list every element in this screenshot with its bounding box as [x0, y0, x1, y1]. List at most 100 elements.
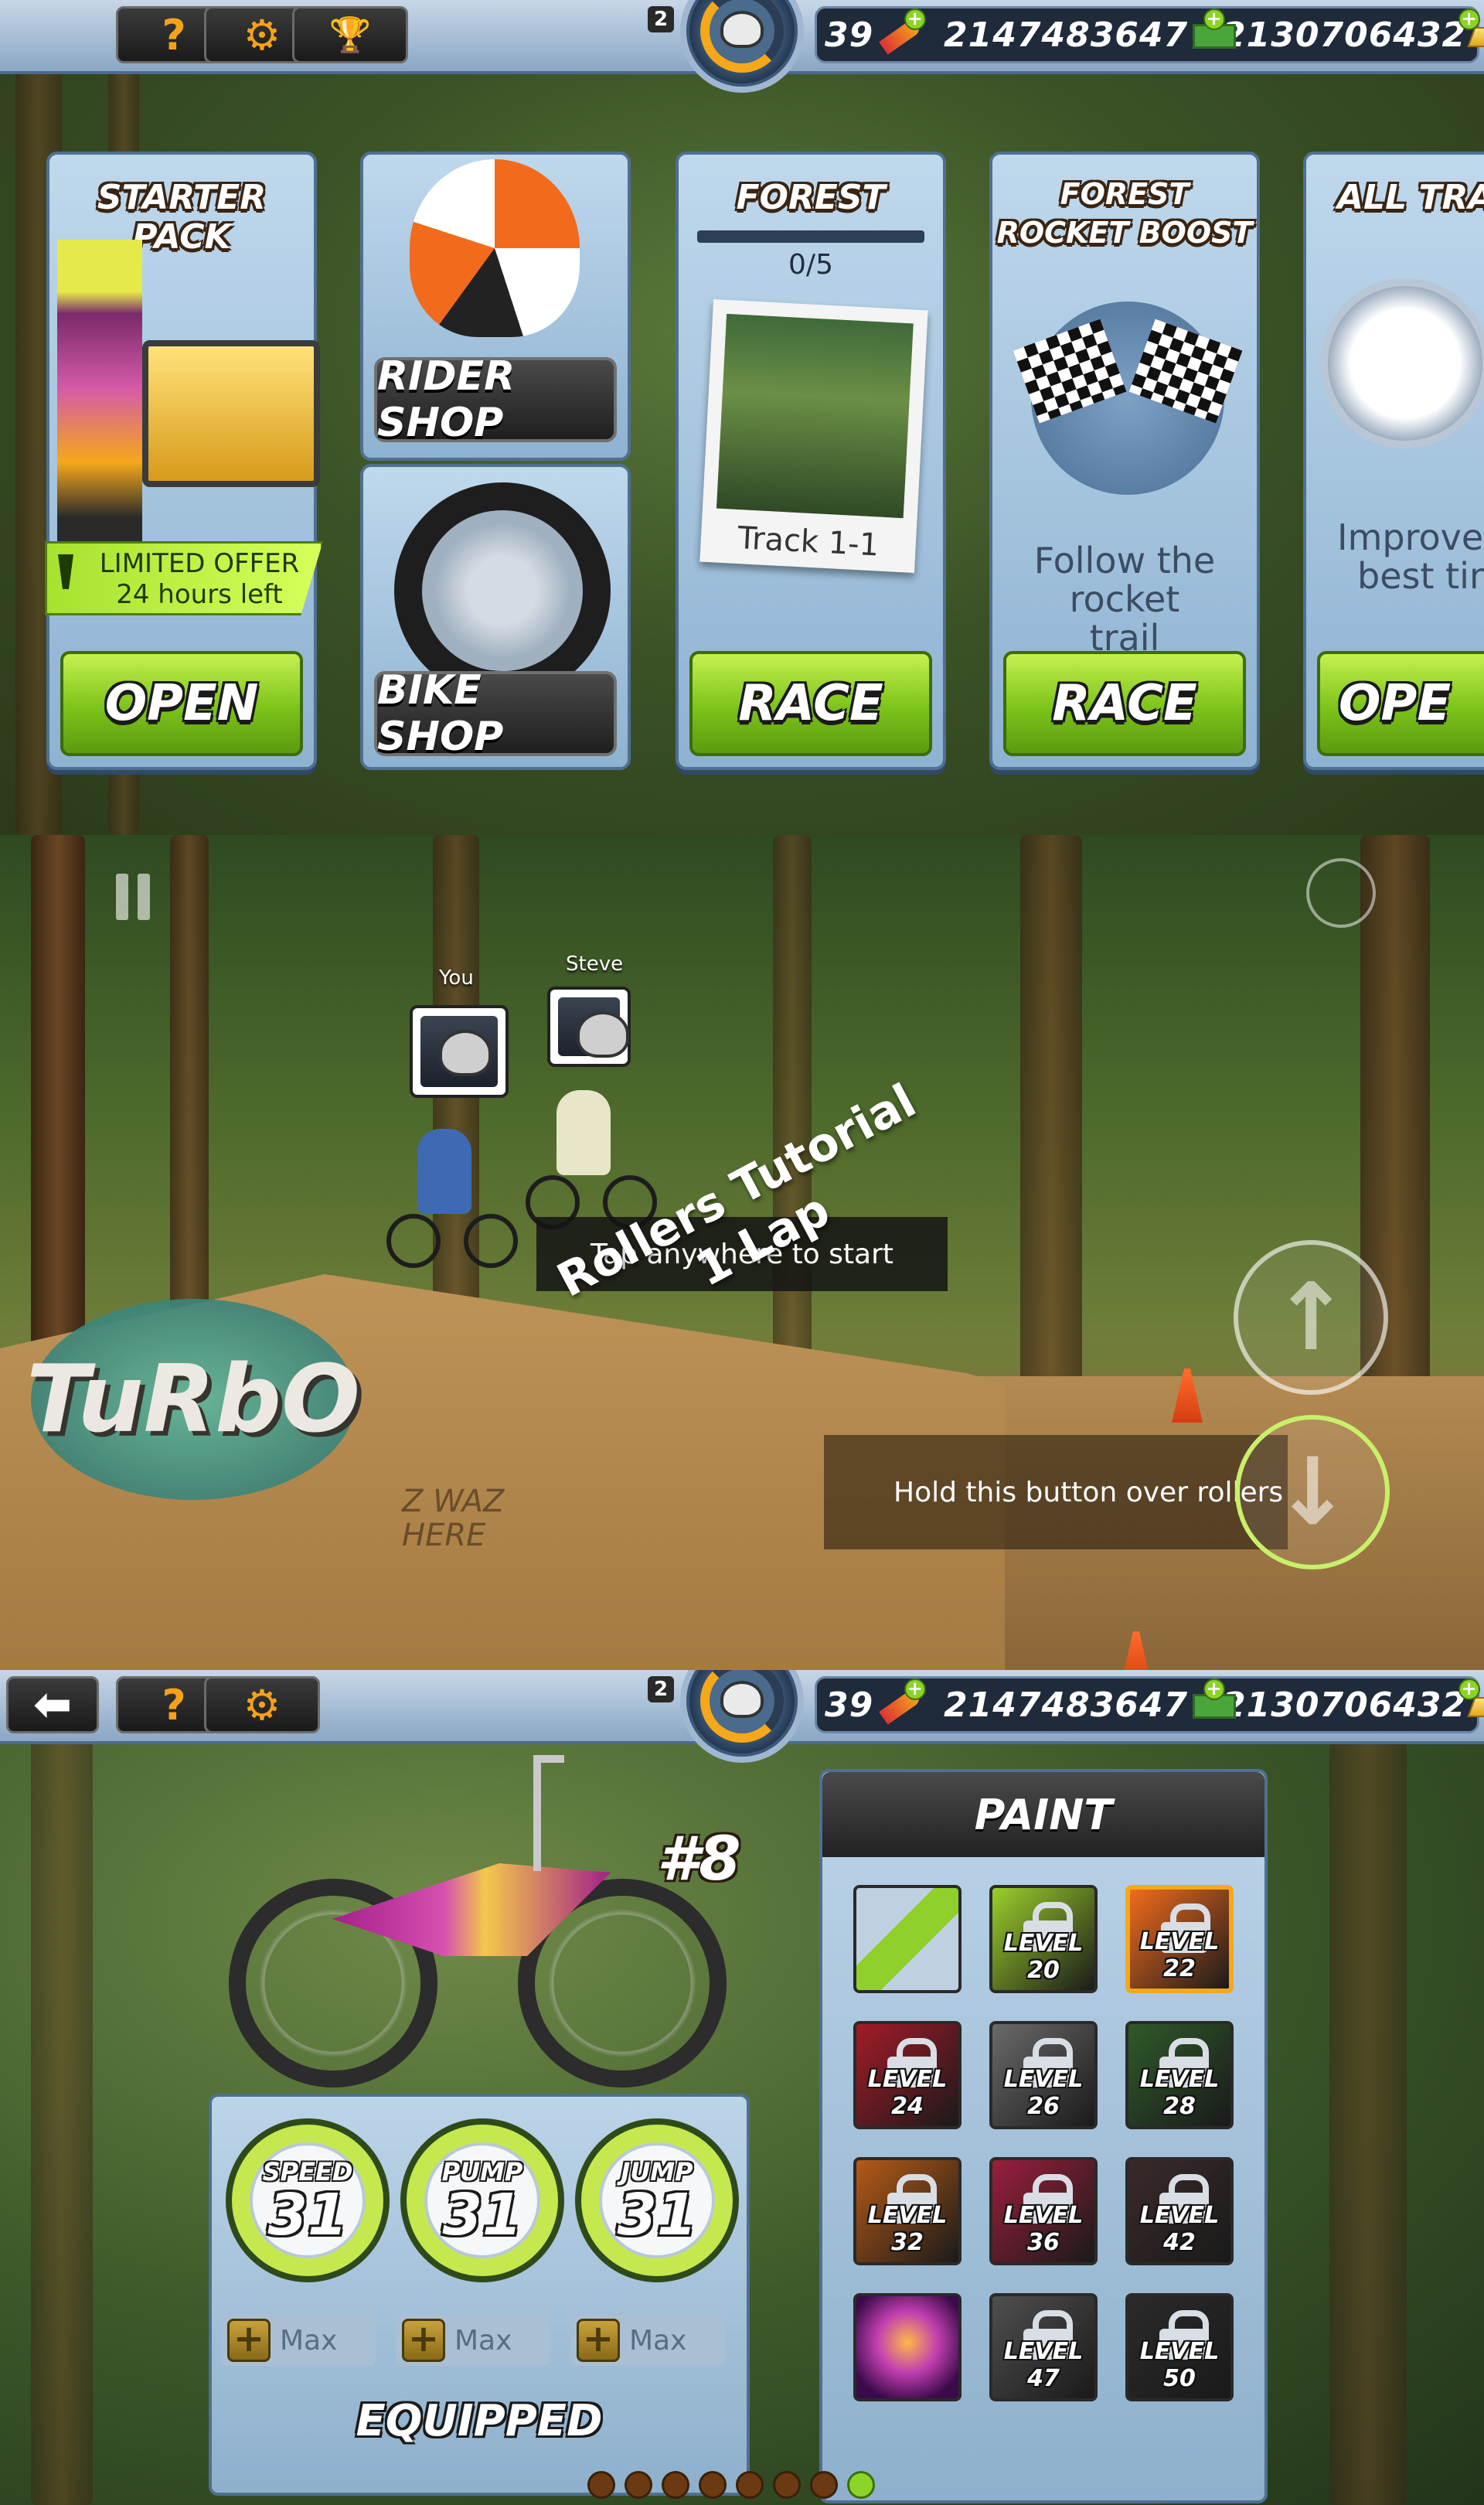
garage-screen: ⬅ ? ⚙ 2 39 + 2147483647 + 2130706432 + #8 S…	[0, 1670, 1484, 2505]
rockets-currency[interactable]: 39 +	[825, 1679, 944, 1725]
limited-offer-banner: LIMITED OFFER 24 hours left	[45, 541, 323, 615]
home-screen: ? ⚙ 🏆 2 39 + 2147483647 + 2130706432 + STAR…	[0, 0, 1484, 835]
cash-currency[interactable]: 2147483647 +	[944, 9, 1237, 55]
rockets-currency[interactable]: 39 +	[825, 9, 944, 55]
back-arrow-icon: ⬅	[32, 1678, 73, 1732]
trophy-button[interactable]: 🏆	[292, 6, 408, 63]
player-level-badge: 2	[648, 1676, 674, 1702]
speed-upgrade-button[interactable]: + Max	[221, 2315, 376, 2366]
arrow-up-icon: ↑	[1271, 1263, 1350, 1372]
track-photo: Track 1-1	[699, 298, 928, 574]
player-avatar[interactable]	[680, 0, 804, 93]
emote-icon[interactable]	[1306, 858, 1376, 928]
graffiti-scribble: Z WAZ HERE	[402, 1484, 505, 1553]
rocket-icon: +	[876, 1679, 927, 1725]
paint-swatch[interactable]: LEVEL 50	[1125, 2293, 1234, 2401]
currency-bar: 39 + 2147483647 + 2130706432 +	[815, 6, 1484, 63]
rocket-boost-card[interactable]: FOREST ROCKET BOOST Follow the rocket trai…	[989, 152, 1260, 770]
bmx-bike[interactable]	[224, 1747, 727, 2088]
hold-button-hint: Hold this button over rollers	[824, 1435, 1288, 1549]
rocket-icon: +	[876, 9, 927, 55]
shop-card: RIDER SHOP BIKE SHOP	[360, 152, 631, 770]
paint-title: PAINT	[822, 1772, 1264, 1857]
page-dot[interactable]	[736, 2471, 764, 2499]
handlebar	[533, 1755, 564, 1871]
checkered-flags-icon	[1013, 302, 1243, 495]
all-tracks-card[interactable]: ALL TRAC Improve ybest tin OPE	[1303, 152, 1484, 770]
gear-icon: ⚙	[243, 10, 281, 60]
plus-icon: +	[577, 2319, 620, 2362]
pump-gauge: PUMP 31	[400, 2118, 564, 2282]
help-icon: ?	[162, 10, 186, 60]
paint-swatch[interactable]: LEVEL 26	[989, 2021, 1098, 2129]
cash-currency[interactable]: 2147483647 +	[944, 1679, 1237, 1725]
paint-swatch[interactable]: LEVEL 24	[853, 2021, 962, 2129]
pump-upgrade-button[interactable]: + Max	[396, 2315, 550, 2366]
paint-swatch[interactable]: LEVEL 36	[989, 2157, 1098, 2265]
track-caption: Track 1-1	[737, 520, 880, 564]
swatch-level-label: LEVEL 22	[1139, 1928, 1220, 1982]
helmet-icon	[720, 11, 764, 48]
paint-swatch[interactable]	[853, 1885, 962, 1993]
paint-swatch[interactable]: LEVEL 47	[989, 2293, 1098, 2401]
paint-swatch[interactable]: LEVEL 22	[1125, 1885, 1234, 1993]
settings-button[interactable]: ⚙	[204, 1676, 320, 1733]
race-button-rocket[interactable]: RACE	[996, 642, 1254, 764]
paint-panel: PAINT LEVEL 20 LEVEL 22 LEVEL 24 LEVEL 26 LE…	[819, 1769, 1268, 2503]
starter-pack-card[interactable]: STARTER PACK LIMITED OFFER 24 hours left …	[45, 152, 323, 770]
pause-button[interactable]	[116, 874, 155, 920]
helmet-icon	[720, 1681, 764, 1718]
player-label-steve: Steve	[566, 953, 624, 976]
equipped-label: EQUIPPED	[356, 2396, 603, 2446]
open-button-alltracks[interactable]: OPE	[1309, 642, 1484, 764]
paint-swatch[interactable]: LEVEL 20	[989, 1885, 1098, 1993]
gold-value: 2130706432	[1222, 1685, 1467, 1725]
rocket-boost-desc: Follow the rocket trail	[1033, 540, 1216, 659]
cash-icon: +	[1191, 9, 1237, 50]
rocket-boost-title: FOREST ROCKET BOOST	[996, 177, 1253, 250]
forest-progress-label: 0/5	[788, 249, 833, 281]
page-dot[interactable]	[773, 2471, 801, 2499]
paint-swatch[interactable]	[853, 2293, 962, 2401]
jump-upgrade-button[interactable]: + Max	[570, 2315, 725, 2366]
paint-swatch[interactable]: LEVEL 42	[1125, 2157, 1234, 2265]
pump-button[interactable]: ↓	[1235, 1415, 1390, 1569]
player-avatar-steve	[547, 987, 631, 1067]
turbo-graffiti: TuRbO	[26, 1299, 360, 1500]
page-dot[interactable]	[587, 2471, 615, 2499]
page-dot[interactable]	[810, 2471, 838, 2499]
bike-shop-button[interactable]: BIKE SHOP	[374, 667, 617, 760]
gold-currency[interactable]: 2130706432 +	[1222, 1679, 1484, 1725]
lean-back-button[interactable]: ↑	[1234, 1240, 1388, 1395]
helmet-icon	[410, 159, 580, 337]
page-dot[interactable]	[847, 2471, 875, 2499]
swatch-level-label: LEVEL 36	[1003, 2202, 1084, 2256]
paint-swatch[interactable]: LEVEL 28	[1125, 2021, 1234, 2129]
rider-you	[386, 1129, 518, 1268]
all-tracks-title: ALL TRAC	[1337, 178, 1484, 217]
all-tracks-desc: Improve ybest tin	[1337, 516, 1484, 597]
page-dot[interactable]	[699, 2471, 727, 2499]
forest-title: FOREST	[736, 178, 886, 217]
rider-shop-button[interactable]: RIDER SHOP	[374, 353, 617, 446]
cash-value: 2147483647	[944, 1685, 1189, 1725]
jump-upgrade-label: Max	[629, 2324, 687, 2357]
swatch-level-label: LEVEL 42	[1139, 2202, 1220, 2256]
race-button-forest[interactable]: RACE	[682, 642, 940, 764]
paint-swatch[interactable]: LEVEL 32	[853, 2157, 962, 2265]
page-dot[interactable]	[662, 2471, 689, 2499]
plus-icon: +	[227, 2319, 271, 2362]
bike-shop-panel[interactable]: BIKE SHOP	[360, 464, 631, 770]
open-button[interactable]: OPEN	[53, 642, 311, 764]
gold-currency[interactable]: 2130706432 +	[1222, 9, 1484, 55]
page-dot[interactable]	[625, 2471, 652, 2499]
back-button[interactable]: ⬅	[6, 1676, 99, 1733]
plus-icon: +	[402, 2319, 445, 2362]
page-indicator	[587, 2471, 875, 2499]
forest-card[interactable]: FOREST 0/5 Track 1-1 RACE	[676, 152, 946, 770]
race-screen[interactable]: You Steve Tap anywhere to start Rollers …	[0, 835, 1484, 1670]
offer-line2: 24 hours left	[116, 579, 283, 610]
rider-shop-panel[interactable]: RIDER SHOP	[360, 152, 631, 461]
speed-gauge: SPEED 31	[226, 2118, 390, 2282]
rider-steve	[526, 1090, 657, 1229]
